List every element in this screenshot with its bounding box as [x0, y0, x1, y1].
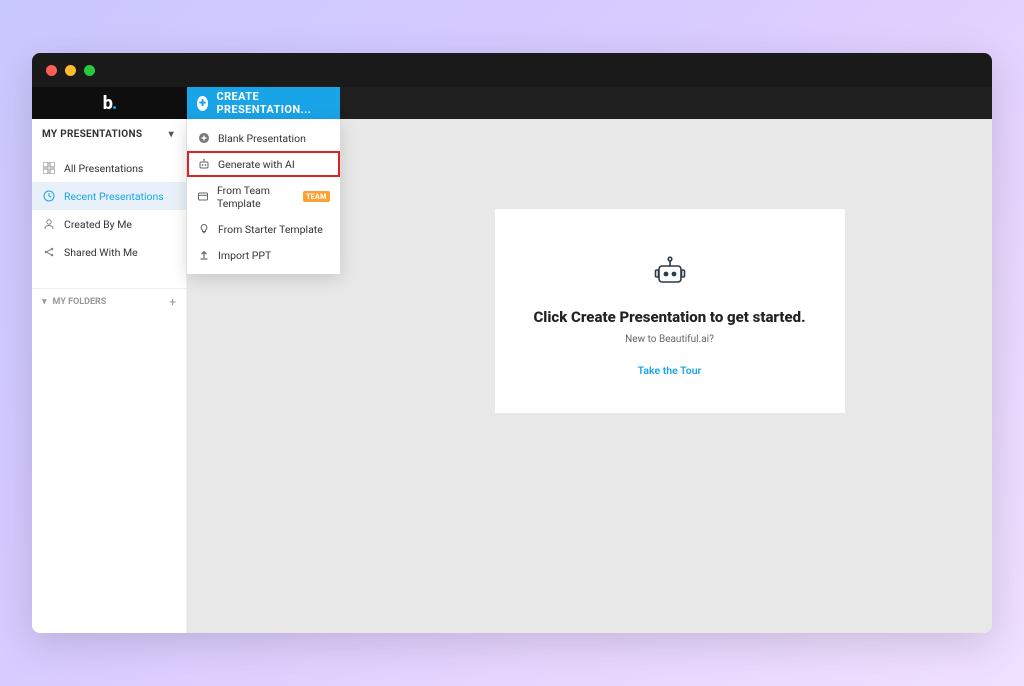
- dropdown-item-label: From Starter Template: [218, 223, 323, 236]
- window-close-icon[interactable]: [46, 65, 57, 76]
- robot-large-icon: [652, 254, 688, 290]
- sidebar-folders-label: MY FOLDERS: [53, 297, 107, 307]
- dropdown-item-label: Generate with AI: [218, 158, 295, 171]
- create-presentation-button[interactable]: + CREATE PRESENTATION...: [187, 87, 340, 119]
- window-maximize-icon[interactable]: [84, 65, 95, 76]
- card-subtitle: New to Beautiful.ai?: [515, 334, 825, 345]
- grid-icon: [42, 161, 56, 175]
- dropdown-item-from-team-template[interactable]: From Team Template TEAM: [187, 177, 340, 216]
- sidebar-item-label: All Presentations: [64, 162, 143, 175]
- app-body: MY PRESENTATIONS ▾ All Presentations Rec…: [32, 119, 992, 633]
- app-window: b. + CREATE PRESENTATION... MY PRESENTAT…: [32, 53, 992, 633]
- team-badge: TEAM: [303, 191, 330, 202]
- getting-started-card: Click Create Presentation to get started…: [495, 209, 845, 413]
- robot-icon: [197, 158, 210, 171]
- dropdown-item-import-ppt[interactable]: Import PPT: [187, 242, 340, 268]
- app-logo: b.: [103, 93, 116, 114]
- create-presentation-label: CREATE PRESENTATION...: [216, 90, 324, 116]
- team-template-icon: [197, 190, 209, 203]
- clock-icon: [42, 189, 56, 203]
- dropdown-item-generate-with-ai[interactable]: Generate with AI: [187, 151, 340, 177]
- card-title: Click Create Presentation to get started…: [515, 308, 825, 326]
- share-icon: [42, 245, 56, 259]
- user-icon: [42, 217, 56, 231]
- sidebar-item-created-by-me[interactable]: Created By Me: [32, 210, 186, 238]
- plus-icon: +: [197, 96, 208, 111]
- dropdown-item-from-starter-template[interactable]: From Starter Template: [187, 216, 340, 242]
- chevron-down-icon: ▾: [169, 129, 174, 140]
- plus-circle-icon: [197, 132, 210, 145]
- sidebar-item-label: Created By Me: [64, 218, 132, 231]
- sidebar-nav: All Presentations Recent Presentations C…: [32, 150, 186, 270]
- app-topbar: b. + CREATE PRESENTATION...: [32, 87, 992, 119]
- dropdown-item-label: Import PPT: [218, 249, 271, 262]
- dropdown-item-label: From Team Template: [217, 184, 295, 210]
- sidebar-item-shared-with-me[interactable]: Shared With Me: [32, 238, 186, 266]
- sidebar-item-label: Recent Presentations: [64, 190, 164, 203]
- sidebar-item-all-presentations[interactable]: All Presentations: [32, 154, 186, 182]
- caret-icon: ▾: [42, 297, 47, 307]
- logo-box[interactable]: b.: [32, 87, 187, 119]
- sidebar-item-recent-presentations[interactable]: Recent Presentations: [32, 182, 186, 210]
- take-the-tour-link[interactable]: Take the Tour: [638, 364, 702, 377]
- upload-icon: [197, 249, 210, 262]
- sidebar-header[interactable]: MY PRESENTATIONS ▾: [32, 119, 186, 150]
- dropdown-item-label: Blank Presentation: [218, 132, 306, 145]
- sidebar-folders-header[interactable]: ▾ MY FOLDERS +: [32, 288, 186, 315]
- sidebar: MY PRESENTATIONS ▾ All Presentations Rec…: [32, 119, 187, 633]
- sidebar-item-label: Shared With Me: [64, 246, 138, 259]
- dropdown-item-blank-presentation[interactable]: Blank Presentation: [187, 125, 340, 151]
- lightbulb-icon: [197, 223, 210, 236]
- window-titlebar: [32, 53, 992, 87]
- create-dropdown-menu: Blank Presentation Generate with AI From…: [187, 119, 340, 274]
- sidebar-header-label: MY PRESENTATIONS: [42, 129, 142, 140]
- window-minimize-icon[interactable]: [65, 65, 76, 76]
- add-folder-button[interactable]: +: [169, 295, 176, 309]
